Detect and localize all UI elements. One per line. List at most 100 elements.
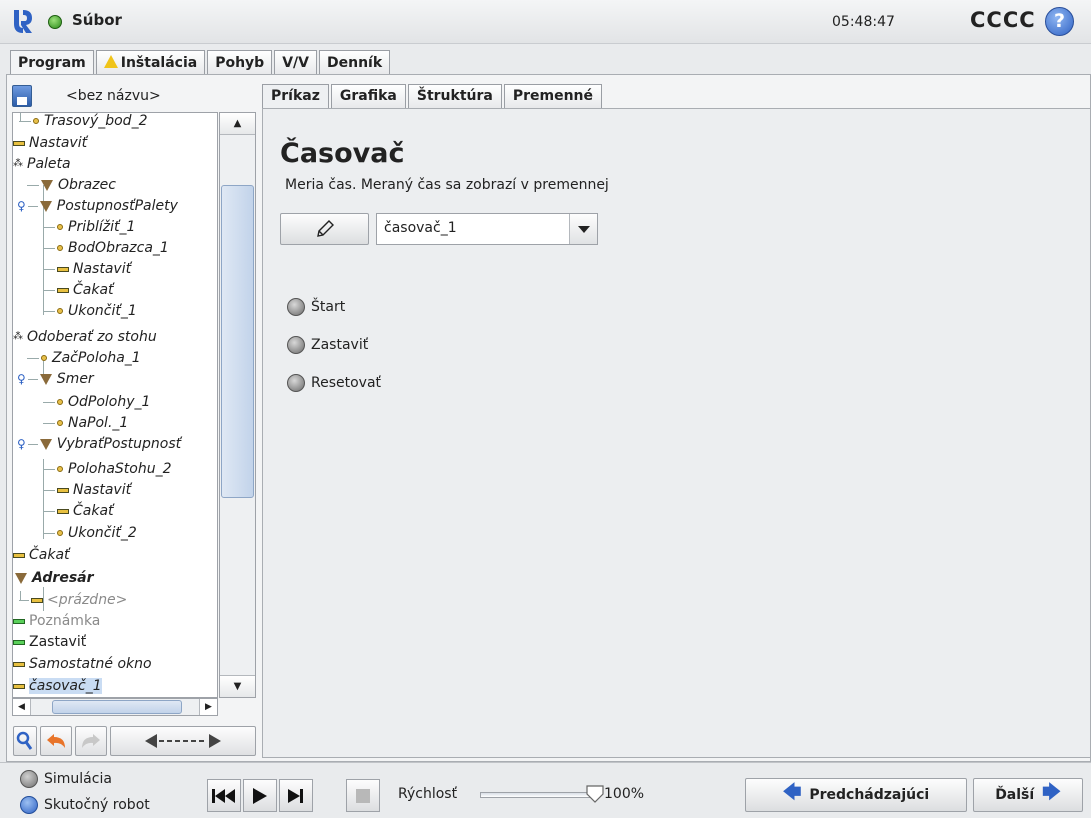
stop-button[interactable]: [346, 779, 380, 812]
tab-label: Inštalácia: [120, 54, 198, 71]
timer-select-value: časovač_1: [384, 220, 457, 236]
redo-icon[interactable]: [75, 726, 107, 756]
real-robot-radio-icon[interactable]: [20, 796, 38, 814]
next-button[interactable]: Ďalší 🡆: [973, 778, 1083, 812]
empty-icon: [31, 597, 43, 603]
tree-node-label: Trasový_bod_2: [44, 113, 148, 129]
command-description: Meria čas. Meraný čas sa zobrazí v preme…: [285, 177, 609, 193]
next-label: Ďalší: [995, 787, 1035, 803]
undo-icon[interactable]: [40, 726, 72, 756]
tree-node[interactable]: ZačPoloha_1: [27, 348, 141, 368]
tree-node[interactable]: BodObrazca_1: [43, 238, 169, 258]
program-tree[interactable]: Trasový_bod_2 Nastaviť ⁂ Paleta Obrazec ♀…: [12, 112, 218, 698]
popup-icon: [13, 661, 25, 667]
tab-move[interactable]: Pohyb: [207, 50, 273, 74]
tab-graphics[interactable]: Grafika: [330, 84, 406, 108]
tree-node-label: Paleta: [27, 156, 71, 172]
help-icon[interactable]: ?: [1045, 7, 1074, 36]
tree-node[interactable]: ♀ PostupnosťPalety: [17, 196, 178, 216]
tab-structure[interactable]: Štruktúra: [407, 84, 502, 108]
tree-node-label: Nastaviť: [73, 261, 132, 277]
tab-log[interactable]: Denník: [319, 50, 391, 74]
radio-reset[interactable]: Resetovať: [287, 374, 381, 392]
tab-variables[interactable]: Premenné: [503, 84, 602, 108]
rewind-button[interactable]: [207, 779, 241, 812]
tree-node[interactable]: Adresár: [15, 568, 94, 588]
tree-node[interactable]: Priblížiť_1: [43, 217, 135, 237]
tree-node[interactable]: Nastaviť: [43, 259, 131, 279]
step-button[interactable]: [279, 779, 313, 812]
tree-node[interactable]: Ukončiť_2: [43, 523, 137, 543]
tree-node[interactable]: ⁂ Paleta: [13, 154, 71, 174]
tree-node[interactable]: Nastaviť: [43, 480, 131, 500]
tree-node[interactable]: Nastaviť: [13, 133, 87, 153]
expand-icon[interactable]: ♀: [17, 437, 26, 451]
main-tabs: Program Inštalácia Pohyb V/V Denník: [10, 50, 392, 75]
tab-label: V/V: [282, 54, 309, 71]
expand-icon[interactable]: ♀: [17, 199, 26, 213]
mode-label: Simulácia: [44, 771, 112, 787]
scroll-up-icon[interactable]: ▲: [220, 113, 255, 135]
radio-start[interactable]: Štart: [287, 298, 345, 316]
simulation-radio-icon[interactable]: [20, 770, 38, 788]
tree-node[interactable]: Ukončiť_1: [43, 301, 137, 321]
play-button[interactable]: [243, 779, 277, 812]
search-icon[interactable]: [13, 726, 37, 756]
tab-label: Program: [18, 55, 86, 71]
robot-name: CCCC: [970, 8, 1036, 32]
tree-node[interactable]: ⁂ Odoberať zo stohu: [13, 327, 157, 347]
radio-icon[interactable]: [287, 298, 305, 316]
previous-button[interactable]: 🡄 Predchádzajúci: [745, 778, 967, 812]
radio-label: Štart: [311, 299, 346, 315]
tree-node[interactable]: Čakať: [13, 545, 70, 565]
tree-node[interactable]: Samostatné okno: [13, 654, 152, 674]
tree-node[interactable]: <prázdne>: [19, 590, 127, 610]
scroll-right-icon[interactable]: ▶: [199, 699, 217, 715]
tree-node[interactable]: Čakať: [43, 280, 114, 300]
tab-command[interactable]: Príkaz: [262, 84, 329, 108]
speed-slider[interactable]: [480, 792, 590, 798]
pencil-icon: [316, 220, 334, 237]
wait-icon: [57, 287, 69, 293]
radio-icon[interactable]: [287, 336, 305, 354]
scroll-down-icon[interactable]: ▼: [220, 675, 255, 697]
tree-node[interactable]: Obrazec: [27, 175, 116, 195]
timer-icon: [13, 683, 25, 689]
scroll-thumb-horizontal[interactable]: [52, 700, 182, 714]
tab-label: Denník: [327, 54, 383, 71]
speed-slider-thumb[interactable]: [585, 784, 605, 804]
tree-node[interactable]: Zastaviť: [13, 632, 86, 652]
tree-node-selected[interactable]: časovač_1: [13, 676, 102, 696]
tab-program[interactable]: Program: [10, 50, 94, 75]
tree-node[interactable]: Poznámka: [13, 611, 100, 631]
scroll-left-icon[interactable]: ◀: [13, 699, 31, 715]
real-robot-mode[interactable]: Skutočný robot: [20, 796, 150, 814]
save-program-icon[interactable]: [12, 85, 32, 107]
tab-io[interactable]: V/V: [274, 50, 317, 74]
expand-icon[interactable]: ♀: [17, 372, 26, 386]
tree-node-label: Smer: [56, 371, 94, 387]
tab-installation[interactable]: Inštalácia: [95, 50, 206, 74]
radio-stop[interactable]: Zastaviť: [287, 336, 368, 354]
edit-variable-button[interactable]: [280, 213, 369, 245]
move-node-icon[interactable]: [110, 726, 256, 756]
tree-node-label: OdPolohy_1: [68, 394, 151, 410]
tree-node-label: PolohaStohu_2: [68, 461, 172, 477]
tree-node[interactable]: PolohaStohu_2: [43, 459, 172, 479]
file-menu[interactable]: Súbor: [72, 11, 122, 29]
tree-node[interactable]: OdPolohy_1: [43, 392, 150, 412]
tree-node[interactable]: Trasový_bod_2: [19, 113, 148, 131]
chevron-down-icon[interactable]: [569, 214, 597, 244]
tree-node[interactable]: ♀ VybraťPostupnosť: [17, 434, 181, 454]
radio-icon[interactable]: [287, 374, 305, 392]
waypoint-icon: [57, 399, 63, 405]
simulation-mode[interactable]: Simulácia: [20, 770, 112, 788]
scroll-thumb[interactable]: [221, 185, 254, 498]
tree-node-label: Adresár: [32, 570, 94, 586]
tree-node[interactable]: Čakať: [43, 501, 114, 521]
tree-node[interactable]: ♀ Smer: [17, 369, 94, 389]
waypoint-icon: [57, 308, 63, 314]
tree-node[interactable]: NaPol._1: [43, 413, 128, 433]
robot-status-indicator[interactable]: [48, 15, 62, 29]
tree-node-label: Priblížiť_1: [68, 219, 136, 235]
